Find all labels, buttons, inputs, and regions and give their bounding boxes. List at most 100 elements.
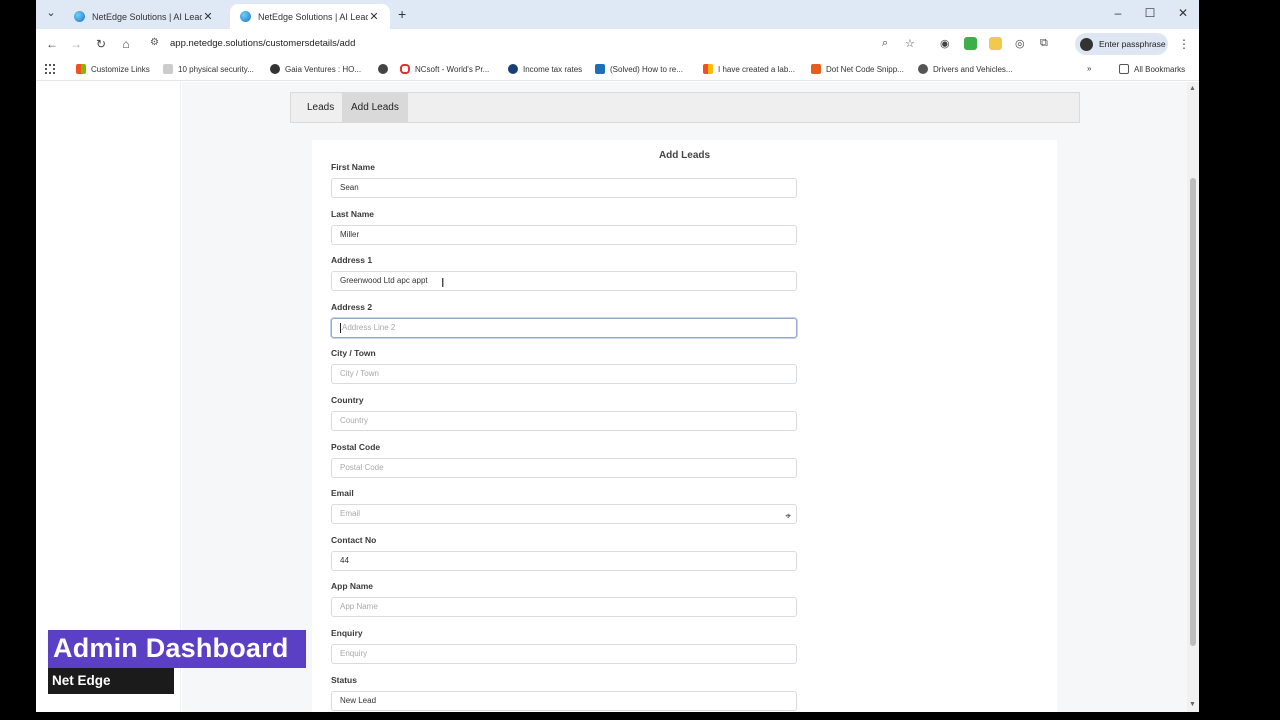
bookmark-star-icon[interactable]: ☆	[905, 37, 915, 50]
status-input[interactable]: New Lead	[331, 690, 797, 711]
status-text: New Lead	[340, 695, 377, 705]
address-2-label: Address 2	[331, 301, 373, 312]
close-tab-icon[interactable]: ✕	[368, 10, 380, 23]
close-window-icon[interactable]: ✕	[1175, 6, 1191, 20]
postal-code-input[interactable]: Postal Code	[331, 457, 797, 478]
tab-add-leads[interactable]: Add Leads	[342, 93, 408, 122]
enquiry-text: Enquiry	[340, 649, 368, 658]
bookmark-item[interactable]: NCsoft - World's Pr...	[400, 64, 489, 74]
bookmark-item[interactable]: Drivers and Vehicles...	[918, 64, 1013, 74]
overlay-subtitle: Net Edge Solutions	[48, 668, 174, 714]
address-2-input[interactable]: Address Line 2	[331, 317, 797, 338]
tab-search-chevron-icon[interactable]: ⌄	[44, 6, 58, 22]
browser-window: ⌄ NetEdge Solutions | AI Leads G ✕ NetEd…	[36, 0, 1199, 712]
browser-tab-1[interactable]: NetEdge Solutions | AI Leads G ✕	[64, 4, 224, 29]
sidebar	[36, 82, 181, 712]
contact-no-text: 44	[340, 555, 349, 565]
last-name-input[interactable]: Miller	[331, 224, 797, 245]
address-bar[interactable]: ⚙ app.netedge.solutions/customersdetails…	[142, 32, 912, 56]
bookmark-item[interactable]: 10 physical security...	[163, 64, 254, 74]
folder-icon	[1119, 64, 1129, 74]
site-settings-icon[interactable]: ⚙	[150, 37, 159, 48]
email-label: Email	[331, 488, 354, 499]
email-input[interactable]: Email ⌖	[331, 504, 797, 526]
contact-no-label: Contact No	[331, 534, 377, 545]
enquiry-label: Enquiry	[331, 628, 363, 638]
address-1-input[interactable]: Greenwood Ltd apc appt	[331, 271, 797, 292]
link-icon	[163, 64, 173, 74]
browser-toolbar: ← → ↻ ⌂ ⚙ app.netedge.solutions/customer…	[36, 29, 1199, 59]
bookmark-item[interactable]: Customize Links	[76, 64, 150, 74]
country-text: Country	[340, 416, 369, 425]
country-label: Country	[331, 395, 364, 405]
city-town-text: City / Town	[340, 369, 379, 379]
back-icon[interactable]: ←	[44, 36, 60, 52]
browser-tab-2[interactable]: NetEdge Solutions | AI Leads G ✕	[230, 4, 390, 29]
url-text: app.netedge.solutions/customersdetails/a…	[170, 38, 356, 49]
autofill-icon[interactable]: ⌖	[785, 508, 791, 526]
bookmark-item[interactable]	[378, 64, 393, 74]
scrollbar-thumb[interactable]	[1190, 178, 1196, 646]
gaia-icon	[270, 64, 280, 74]
last-name-label: Last Name	[331, 208, 374, 219]
windows-logo-icon	[76, 64, 86, 74]
postal-code-text: Postal Code	[340, 462, 384, 472]
all-bookmarks[interactable]: All Bookmarks	[1119, 64, 1185, 74]
globe-icon	[378, 64, 388, 74]
app-name-label: App Name	[331, 581, 374, 592]
more-menu-icon[interactable]: ⋮	[1178, 37, 1190, 51]
close-tab-icon[interactable]: ✕	[202, 10, 214, 23]
page-scrollbar[interactable]: ▲ ▼	[1187, 82, 1199, 712]
apps-grid-icon[interactable]	[45, 64, 60, 74]
home-icon[interactable]: ⌂	[118, 36, 134, 52]
postal-code-label: Postal Code	[331, 441, 381, 452]
profile-button[interactable]: Enter passphrase	[1075, 33, 1168, 55]
bookmark-item[interactable]: Income tax rates	[508, 64, 582, 74]
tab-title: NetEdge Solutions | AI Leads G	[92, 11, 202, 22]
bookmarks-bar: Customize Links 10 physical security... …	[36, 59, 1199, 81]
form-title: Add Leads	[658, 150, 711, 161]
address-1-text: Greenwood Ltd apc appt	[340, 276, 428, 286]
extension-icon[interactable]: ◎	[1015, 37, 1025, 50]
country-input[interactable]: Country	[331, 411, 797, 431]
more-bookmarks-chevron-icon[interactable]: »	[1087, 64, 1091, 73]
bookmark-item[interactable]: Dot Net Code Snipp...	[811, 64, 904, 74]
zoom-icon[interactable]: ⌕	[882, 37, 888, 50]
extension-icon[interactable]	[964, 37, 977, 50]
dotnet-icon	[811, 64, 821, 74]
app-name-input[interactable]: App Name	[331, 597, 797, 618]
tab-leads[interactable]: Leads	[298, 93, 343, 122]
profile-label: Enter passphrase	[1099, 39, 1166, 49]
bookmark-item[interactable]: I have created a lab...	[703, 64, 795, 74]
first-name-input[interactable]: Sean	[331, 178, 797, 198]
city-town-label: City / Town	[331, 348, 376, 359]
scroll-up-icon[interactable]: ▲	[1189, 85, 1196, 92]
text-caret	[340, 322, 341, 333]
scroll-down-icon[interactable]: ▼	[1189, 701, 1196, 708]
extension-icon[interactable]	[989, 37, 1002, 50]
netedge-favicon-icon	[74, 11, 85, 22]
address-2-text: Address Line 2	[342, 322, 396, 332]
leads-subnav: Leads Add Leads	[290, 92, 1080, 123]
forward-icon[interactable]: →	[68, 36, 84, 52]
tax-icon	[508, 64, 518, 74]
extensions-puzzle-icon[interactable]: ⧉	[1040, 37, 1048, 50]
avatar	[1080, 37, 1093, 51]
bookmark-item[interactable]: Gaia Ventures : HO...	[270, 64, 361, 74]
reload-icon[interactable]: ↻	[93, 36, 109, 52]
email-text: Email	[340, 509, 361, 519]
enquiry-input[interactable]: Enquiry	[331, 644, 797, 664]
page-viewport: Leads Add Leads Add Leads First Name Sean…	[36, 82, 1199, 712]
contact-no-input[interactable]: 44	[331, 550, 797, 571]
new-tab-icon[interactable]: +	[398, 6, 406, 22]
city-town-input[interactable]: City / Town	[331, 364, 797, 385]
app-name-text: App Name	[340, 602, 378, 612]
bookmark-item[interactable]: (Solved) How to re...	[595, 64, 683, 74]
overlay-title: Admin Dashboard	[48, 630, 306, 668]
status-label: Status	[331, 674, 357, 685]
maximize-icon[interactable]: ☐	[1142, 6, 1158, 20]
add-leads-form: Add Leads First Name Sean Last Name Miller A…	[312, 140, 1057, 712]
screenshot-icon[interactable]: ◉	[940, 37, 950, 50]
minimize-icon[interactable]: –	[1110, 6, 1126, 20]
text-cursor-icon: I	[441, 276, 445, 290]
